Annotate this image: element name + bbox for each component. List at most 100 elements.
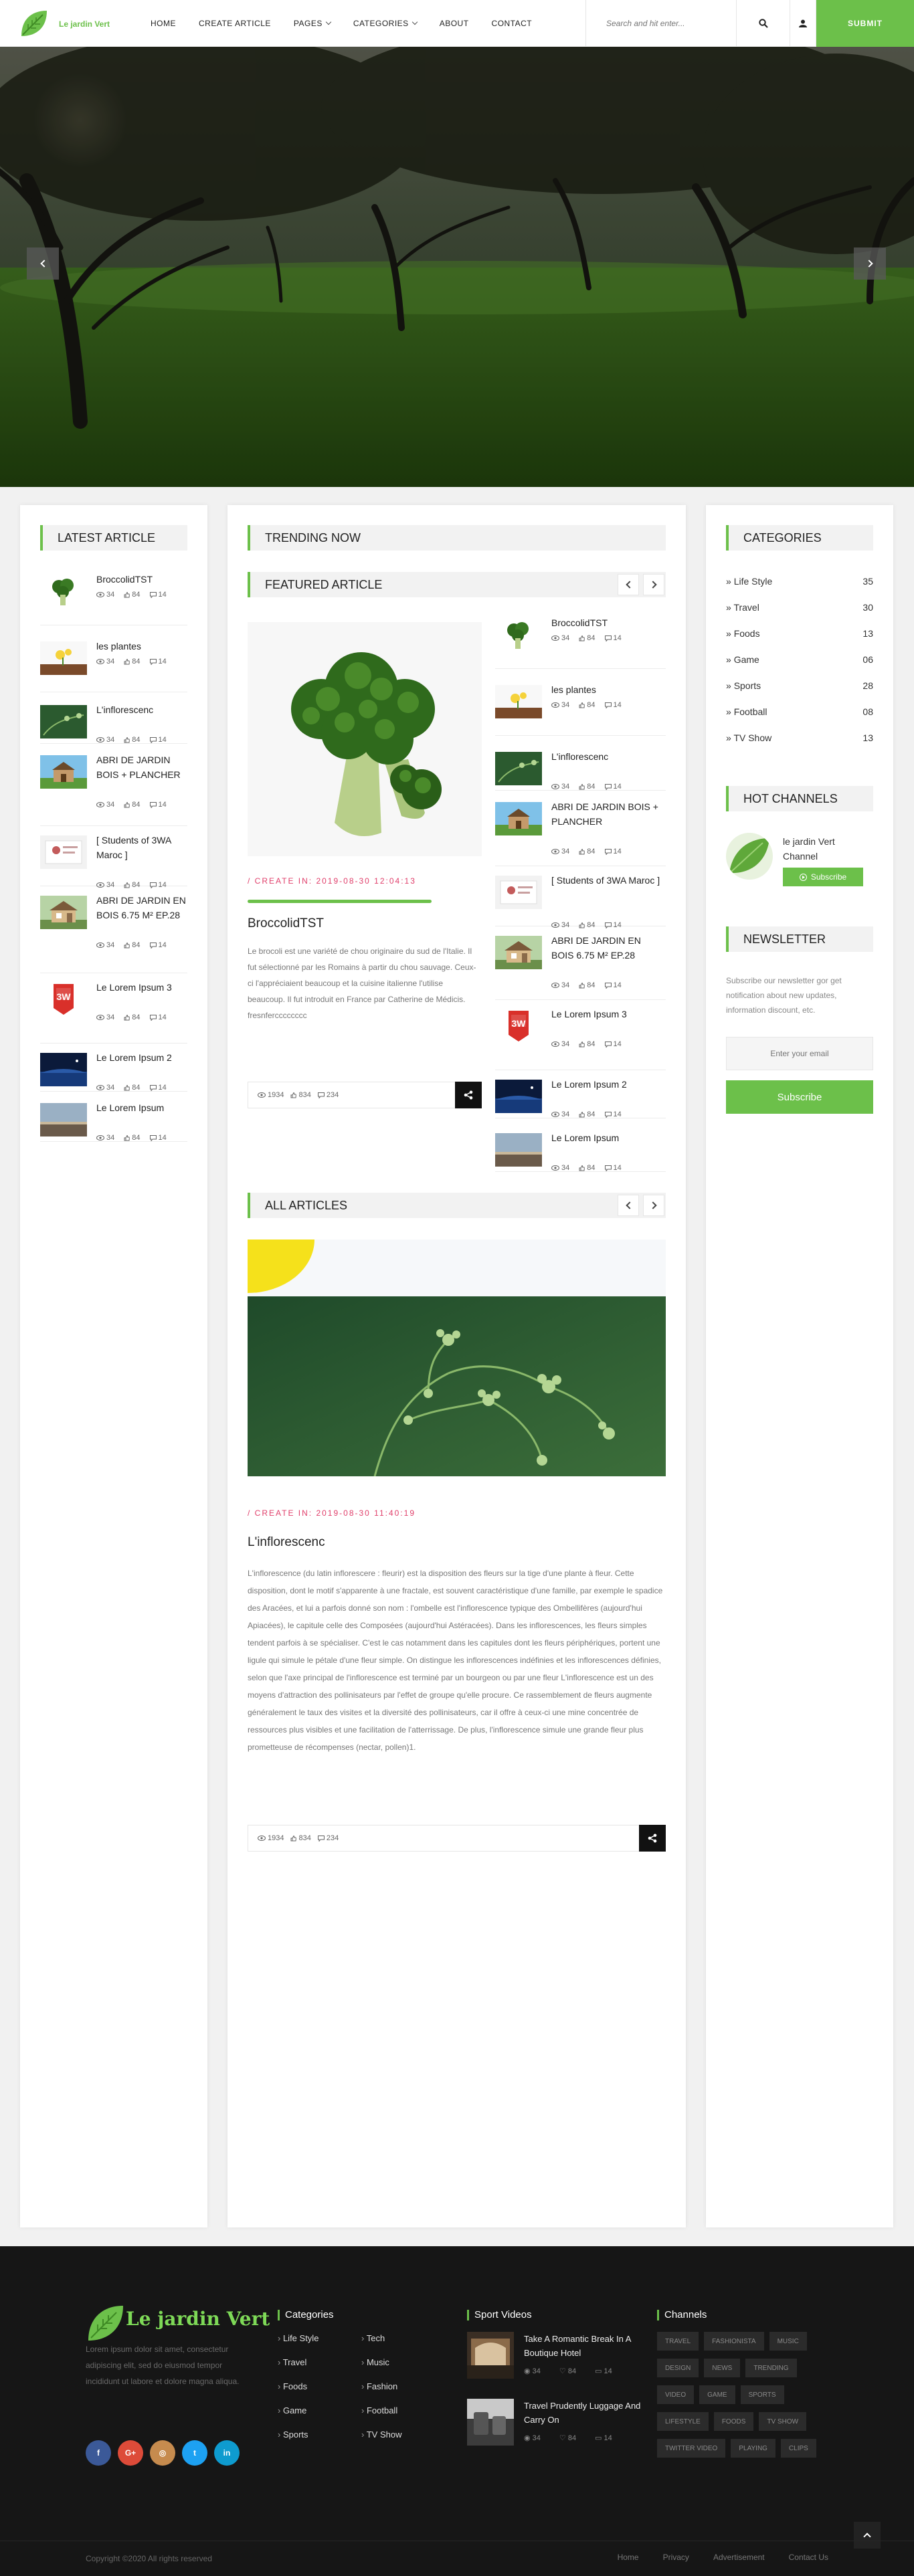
footer-category-link[interactable]: Life Style <box>278 2333 318 2343</box>
channel-tag[interactable]: PLAYING <box>731 2439 775 2458</box>
category-item[interactable]: Game 06 <box>726 647 873 672</box>
article-list-item[interactable]: L'inflorescenc 34 84 14 <box>40 702 187 744</box>
footer-category-link[interactable]: Football <box>361 2405 397 2415</box>
channel-avatar[interactable] <box>726 833 773 880</box>
search-button[interactable] <box>736 0 790 47</box>
articles-prev-button[interactable] <box>618 1195 639 1216</box>
featured-main-title[interactable]: BroccolidTST <box>248 916 324 931</box>
category-count: 13 <box>862 732 873 743</box>
likes-value: 84 <box>132 591 141 599</box>
google-plus-icon[interactable]: G+ <box>118 2440 143 2466</box>
nav-about[interactable]: ABOUT <box>440 19 469 28</box>
nav-categories[interactable]: CATEGORIES <box>353 19 418 28</box>
channel-tag[interactable]: DESIGN <box>657 2359 699 2377</box>
article-list-item[interactable]: ABRI DE JARDIN EN BOIS 6.75 M² EP.28 34 84… <box>40 893 187 973</box>
article-list-item[interactable]: 3W Le Lorem Ipsum 3 34 84 14 <box>495 1007 666 1070</box>
slider-next-button[interactable] <box>854 247 886 280</box>
footer-bottom-link[interactable]: Contact Us <box>789 2553 828 2562</box>
video-item[interactable]: Take A Romantic Break In A Boutique Hote… <box>467 2332 648 2379</box>
article-title[interactable]: L'inflorescenc <box>248 1535 325 1550</box>
submit-button[interactable]: SUBMIT <box>816 0 914 47</box>
nav-home[interactable]: HOME <box>151 19 176 28</box>
featured-main-image[interactable] <box>248 622 482 856</box>
instagram-icon[interactable]: ◎ <box>150 2440 175 2466</box>
channel-tag[interactable]: SPORTS <box>740 2385 784 2404</box>
article-list-item[interactable]: BroccolidTST 34 84 14 <box>40 572 187 625</box>
channel-tag[interactable]: GAME <box>699 2385 735 2404</box>
footer-category-link[interactable]: Tech <box>361 2333 385 2343</box>
featured-next-button[interactable] <box>643 574 664 595</box>
comment-icon <box>149 1084 157 1091</box>
channel-tag[interactable]: LIFESTYLE <box>657 2412 709 2431</box>
article-list-item[interactable]: les plantes 34 84 14 <box>40 639 187 692</box>
article-thumbnail-image <box>40 705 87 738</box>
category-item[interactable]: TV Show 13 <box>726 725 873 751</box>
category-item[interactable]: Sports 28 <box>726 673 873 698</box>
article-list-item[interactable]: [ Students of 3WA Maroc ] 34 84 14 <box>495 873 666 929</box>
footer-bottom-link[interactable]: Privacy <box>663 2553 689 2562</box>
footer-category-link[interactable]: Sports <box>278 2430 308 2440</box>
likes-value: 84 <box>567 2434 577 2442</box>
channel-tag[interactable]: TRENDING <box>745 2359 797 2377</box>
article-list-item[interactable]: Le Lorem Ipsum 34 84 14 <box>40 1100 187 1142</box>
featured-prev-button[interactable] <box>618 574 639 595</box>
nav-pages[interactable]: PAGES <box>294 19 332 28</box>
video-item[interactable]: Travel Prudently Luggage And Carry On ◉ … <box>467 2399 648 2446</box>
channel-subscribe-button[interactable]: Subscribe <box>783 868 863 886</box>
articles-next-button[interactable] <box>643 1195 664 1216</box>
nav-create-article[interactable]: CREATE ARTICLE <box>199 19 271 28</box>
article-list-item[interactable]: ABRI DE JARDIN BOIS + PLANCHER 34 84 14 <box>495 799 666 866</box>
article-list-item[interactable]: les plantes 34 84 14 <box>495 682 666 736</box>
newsletter-subscribe-button[interactable]: Subscribe <box>726 1080 873 1114</box>
twitter-icon[interactable]: t <box>182 2440 207 2466</box>
article-list-item[interactable]: 3W Le Lorem Ipsum 3 34 84 14 <box>40 980 187 1044</box>
article-list-item[interactable]: ABRI DE JARDIN EN BOIS 6.75 M² EP.28 34 84… <box>495 933 666 1000</box>
category-item[interactable]: Foods 13 <box>726 621 873 646</box>
channel-name[interactable]: le jardin Vert Channel <box>783 834 870 864</box>
footer-category-link[interactable]: Music <box>361 2357 389 2367</box>
footer-category-link[interactable]: TV Show <box>361 2430 402 2440</box>
user-button[interactable] <box>790 0 816 47</box>
article-image[interactable] <box>248 1240 666 1476</box>
linkedin-icon[interactable]: in <box>214 2440 240 2466</box>
newsletter-email-input[interactable] <box>726 1037 873 1070</box>
channel-tag[interactable]: CLIPS <box>780 2439 816 2458</box>
share-button[interactable] <box>639 1825 666 1852</box>
article-list-item[interactable]: Le Lorem Ipsum 2 34 84 14 <box>40 1050 187 1092</box>
likes-value: 834 <box>298 1834 311 1842</box>
article-list-item[interactable]: BroccolidTST 34 84 14 <box>495 615 666 669</box>
channel-tag[interactable]: FASHIONISTA <box>704 2332 764 2351</box>
footer-category-link[interactable]: Fashion <box>361 2381 397 2391</box>
category-item[interactable]: Football 08 <box>726 699 873 724</box>
article-list-item[interactable]: Le Lorem Ipsum 34 84 14 <box>495 1130 666 1172</box>
chevron-right-icon <box>648 1201 657 1209</box>
article-thumbnail <box>495 936 542 969</box>
category-item[interactable]: Travel 30 <box>726 595 873 620</box>
footer-brand[interactable]: Le jardin Vert <box>126 2308 270 2330</box>
nav-contact[interactable]: CONTACT <box>492 19 533 28</box>
category-item[interactable]: Life Style 35 <box>726 569 873 594</box>
comments-count: 14 <box>149 801 167 809</box>
article-list-item[interactable]: ABRI DE JARDIN BOIS + PLANCHER 34 84 14 <box>40 753 187 826</box>
site-logo[interactable]: Le jardin Vert <box>19 8 119 39</box>
channel-tag[interactable]: TRAVEL <box>657 2332 699 2351</box>
footer-bottom-link[interactable]: Home <box>618 2553 639 2562</box>
category-label: Travel <box>726 602 759 613</box>
share-button[interactable] <box>455 1082 482 1108</box>
footer-bottom-link[interactable]: Advertisement <box>713 2553 765 2562</box>
channel-tag[interactable]: MUSIC <box>769 2332 807 2351</box>
slider-prev-button[interactable] <box>27 247 59 280</box>
channel-tag[interactable]: VIDEO <box>657 2385 695 2404</box>
search-input[interactable] <box>586 19 700 28</box>
facebook-icon[interactable]: f <box>86 2440 111 2466</box>
article-list-item[interactable]: [ Students of 3WA Maroc ] 34 84 14 <box>40 833 187 889</box>
channel-tag[interactable]: NEWS <box>704 2359 741 2377</box>
article-list-item[interactable]: L'inflorescenc 34 84 14 <box>495 749 666 791</box>
channel-tag[interactable]: TWITTER VIDEO <box>657 2439 726 2458</box>
footer-category-link[interactable]: Foods <box>278 2381 307 2391</box>
footer-category-link[interactable]: Travel <box>278 2357 307 2367</box>
footer-category-link[interactable]: Game <box>278 2405 306 2415</box>
channel-tag[interactable]: TV SHOW <box>759 2412 807 2431</box>
article-list-item[interactable]: Le Lorem Ipsum 2 34 84 14 <box>495 1077 666 1118</box>
channel-tag[interactable]: FOODS <box>713 2412 754 2431</box>
